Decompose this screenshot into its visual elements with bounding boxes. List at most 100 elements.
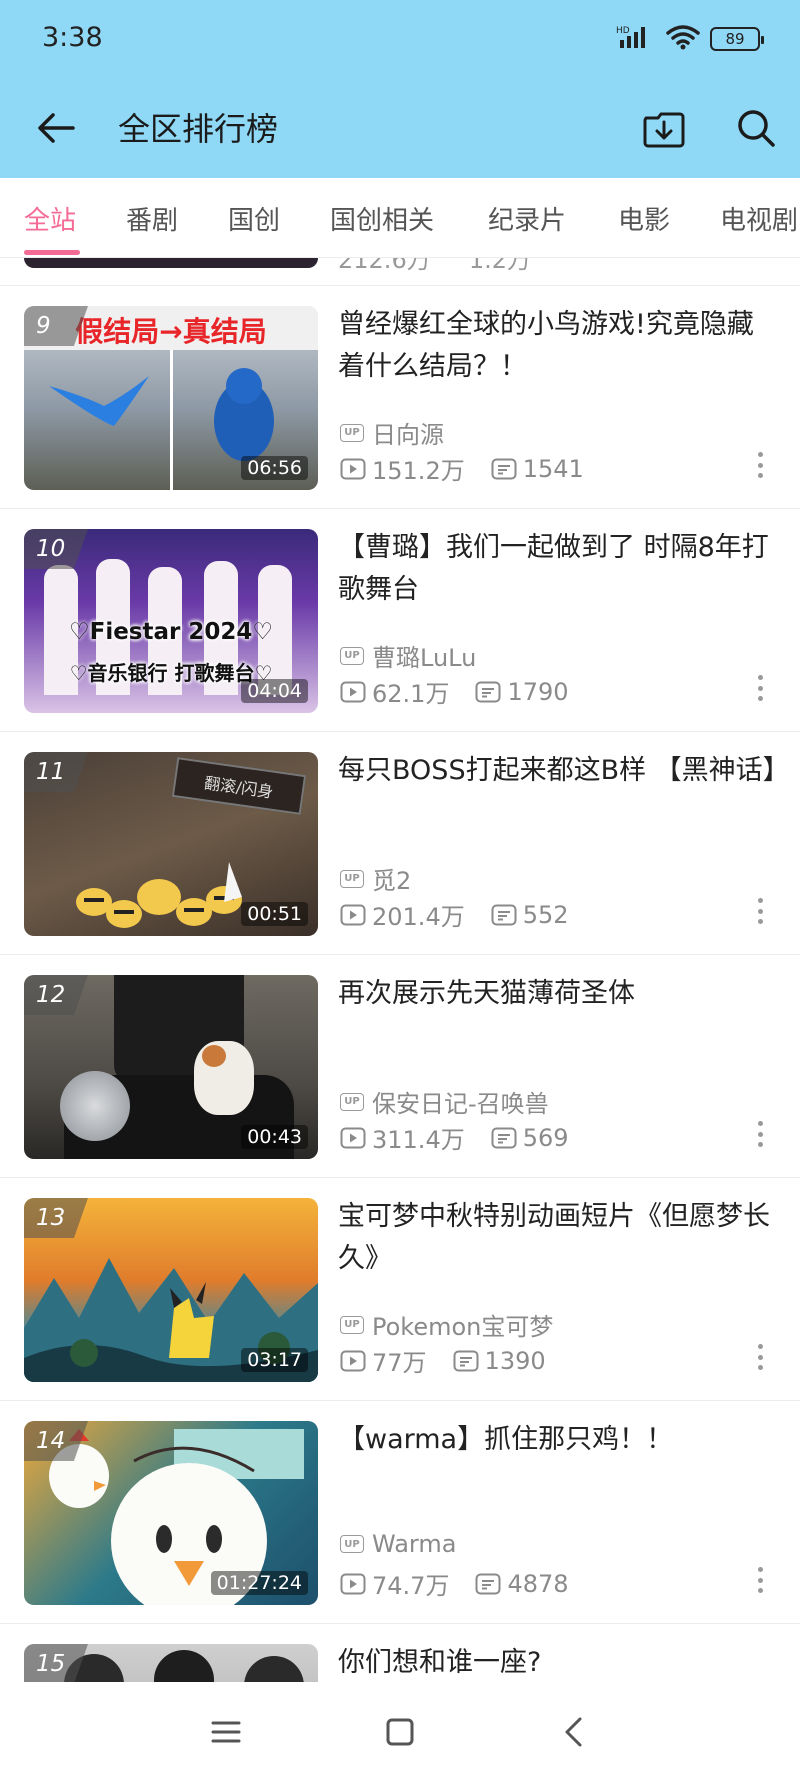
uploader-name: 保安日记-召唤兽 bbox=[372, 1090, 549, 1118]
up-badge-icon: UP bbox=[340, 1535, 364, 1553]
video-thumbnail[interactable]: 假结局→真结局 9 06:56 bbox=[24, 306, 318, 490]
comment-count: 569 bbox=[522, 1123, 569, 1152]
uploader[interactable]: UP 保安日记-召唤兽 bbox=[340, 1084, 549, 1119]
search-icon bbox=[738, 110, 775, 147]
video-title[interactable]: 曾经爆红全球的小鸟游戏!究竟隐藏着什么结局？！ bbox=[338, 304, 778, 388]
cartoon-bees-image bbox=[76, 862, 242, 928]
views-stat: 74.7万 bbox=[340, 1566, 449, 1601]
tab-movie[interactable]: 电影 bbox=[618, 200, 670, 237]
home-icon bbox=[386, 1718, 414, 1746]
search-button[interactable] bbox=[728, 100, 784, 156]
comments-stat: 1790 bbox=[475, 677, 569, 706]
ranking-list[interactable]: 212.6万 1.2万 假结局→真结局 9 06:56 曾经爆红全球的小鸟游戏!… bbox=[0, 258, 800, 1682]
signal-icon: HD bbox=[616, 24, 656, 54]
views-stat: 201.4万 bbox=[340, 897, 465, 932]
menu-icon bbox=[211, 1721, 241, 1743]
uploader-name: Pokemon宝可梦 bbox=[372, 1313, 554, 1341]
tab-anime[interactable]: 番剧 bbox=[126, 200, 178, 237]
views-stat: 151.2万 bbox=[340, 451, 465, 486]
comments-stat: 552 bbox=[491, 901, 569, 929]
blue-bird-back-image bbox=[214, 368, 274, 461]
uploader[interactable]: UP Pokemon宝可梦 bbox=[340, 1307, 553, 1342]
download-icon bbox=[643, 112, 685, 148]
video-stats: 62.1万 1790 bbox=[340, 674, 595, 709]
uploader[interactable]: UP 日向源 bbox=[340, 415, 444, 450]
danmaku-icon bbox=[475, 681, 501, 702]
comments-stat: 569 bbox=[491, 1124, 569, 1152]
network-label: HD bbox=[616, 26, 630, 36]
comment-count: 1.2万 bbox=[468, 258, 532, 274]
view-count: 201.4万 bbox=[372, 903, 465, 931]
tab-tv[interactable]: 电视剧 bbox=[720, 200, 798, 237]
video-duration: 04:04 bbox=[241, 679, 308, 703]
video-title[interactable]: 宝可梦中秋特别动画短片《但愿梦长久》 bbox=[338, 1196, 778, 1280]
video-thumbnail[interactable]: 翻滚/闪身 11 00:51 bbox=[24, 752, 318, 936]
tab-guochuang-related[interactable]: 国创相关 bbox=[330, 200, 434, 237]
list-item-partial[interactable]: 212.6万 1.2万 bbox=[0, 258, 800, 286]
view-count: 74.7万 bbox=[372, 1572, 450, 1600]
more-options-icon[interactable] bbox=[750, 1340, 770, 1374]
comment-count: 552 bbox=[522, 900, 569, 929]
video-stats: 311.4万 569 bbox=[340, 1120, 595, 1155]
rank-badge: 11 bbox=[24, 752, 88, 792]
tab-documentary[interactable]: 纪录片 bbox=[488, 200, 566, 237]
tab-guochuang[interactable]: 国创 bbox=[228, 200, 280, 237]
video-stats: 77万 1390 bbox=[340, 1343, 572, 1378]
video-thumbnail[interactable]: 15 bbox=[24, 1644, 318, 1682]
page-title: 全区排行榜 bbox=[118, 110, 279, 148]
uploader-name: Warma bbox=[372, 1530, 457, 1558]
danmaku-icon bbox=[491, 904, 517, 925]
play-count-icon bbox=[340, 1350, 366, 1371]
video-title[interactable]: 【warma】抓住那只鸡！！ bbox=[338, 1419, 778, 1461]
list-item[interactable]: 假结局→真结局 9 06:56 曾经爆红全球的小鸟游戏!究竟隐藏着什么结局？！ … bbox=[0, 286, 800, 509]
list-item[interactable]: ♡Fiestar 2024♡ ♡音乐银行 打歌舞台♡ 10 04:04 【曹璐】… bbox=[0, 509, 800, 732]
battery-icon: 89 bbox=[710, 27, 764, 51]
video-stats: 201.4万 552 bbox=[340, 897, 595, 932]
menu-button[interactable] bbox=[200, 1706, 252, 1758]
back-button[interactable] bbox=[30, 102, 82, 154]
list-item[interactable]: 翻滚/闪身 11 00:51 每只BOSS打起来都这B样 【黑神话】 UP 觅2… bbox=[0, 732, 800, 955]
video-thumbnail[interactable]: 13 03:17 bbox=[24, 1198, 318, 1382]
video-title[interactable]: 【曹璐】我们一起做到了 时隔8年打歌舞台 bbox=[338, 527, 778, 611]
comment-count: 4878 bbox=[507, 1569, 569, 1598]
more-options-icon[interactable] bbox=[750, 894, 770, 928]
download-button[interactable] bbox=[636, 100, 692, 156]
comment-count: 1790 bbox=[507, 677, 569, 706]
partial-stats: 212.6万 1.2万 bbox=[338, 258, 531, 275]
video-thumbnail[interactable]: 12 00:43 bbox=[24, 975, 318, 1159]
more-options-icon[interactable] bbox=[750, 671, 770, 705]
system-back-button[interactable] bbox=[548, 1706, 600, 1758]
video-thumbnail[interactable]: ♡Fiestar 2024♡ ♡音乐银行 打歌舞台♡ 10 04:04 bbox=[24, 529, 318, 713]
uploader[interactable]: UP 曹璐LuLu bbox=[340, 638, 476, 673]
more-options-icon[interactable] bbox=[750, 1117, 770, 1151]
video-title[interactable]: 再次展示先天猫薄荷圣体 bbox=[338, 973, 778, 1015]
video-thumbnail[interactable]: 14 01:27:24 bbox=[24, 1421, 318, 1605]
home-button[interactable] bbox=[374, 1706, 426, 1758]
video-title[interactable]: 每只BOSS打起来都这B样 【黑神话】 bbox=[338, 750, 790, 792]
more-options-icon[interactable] bbox=[750, 1563, 770, 1597]
comment-count: 1541 bbox=[522, 454, 584, 483]
video-title[interactable]: 你们想和谁一座? bbox=[338, 1642, 778, 1682]
rank-badge: 12 bbox=[24, 975, 88, 1015]
list-item[interactable]: 13 03:17 宝可梦中秋特别动画短片《但愿梦长久》 UP Pokemon宝可… bbox=[0, 1178, 800, 1401]
danmaku-icon bbox=[491, 1127, 517, 1148]
list-item[interactable]: 12 00:43 再次展示先天猫薄荷圣体 UP 保安日记-召唤兽 311.4万 … bbox=[0, 955, 800, 1178]
app-bar: 全区排行榜 bbox=[0, 78, 800, 178]
list-item[interactable]: 15 你们想和谁一座? bbox=[0, 1624, 800, 1682]
list-item[interactable]: 14 01:27:24 【warma】抓住那只鸡！！ UP Warma 74.7… bbox=[0, 1401, 800, 1624]
uploader[interactable]: UP 觅2 bbox=[340, 861, 411, 896]
danmaku-icon bbox=[491, 458, 517, 479]
uploader[interactable]: UP Warma bbox=[340, 1530, 456, 1558]
status-bar: 3:38 HD 89 bbox=[0, 0, 800, 78]
more-options-icon[interactable] bbox=[750, 448, 770, 482]
danmaku-icon bbox=[475, 1573, 501, 1594]
status-icons: HD 89 bbox=[616, 24, 764, 54]
system-nav-bar bbox=[0, 1682, 800, 1778]
tab-all[interactable]: 全站 bbox=[24, 200, 76, 237]
comments-stat: 4878 bbox=[475, 1569, 569, 1598]
up-badge-icon: UP bbox=[340, 646, 364, 665]
video-duration: 00:43 bbox=[241, 1125, 308, 1149]
play-count-icon bbox=[340, 1573, 366, 1594]
play-count-icon bbox=[340, 904, 366, 925]
video-duration: 03:17 bbox=[241, 1348, 308, 1372]
